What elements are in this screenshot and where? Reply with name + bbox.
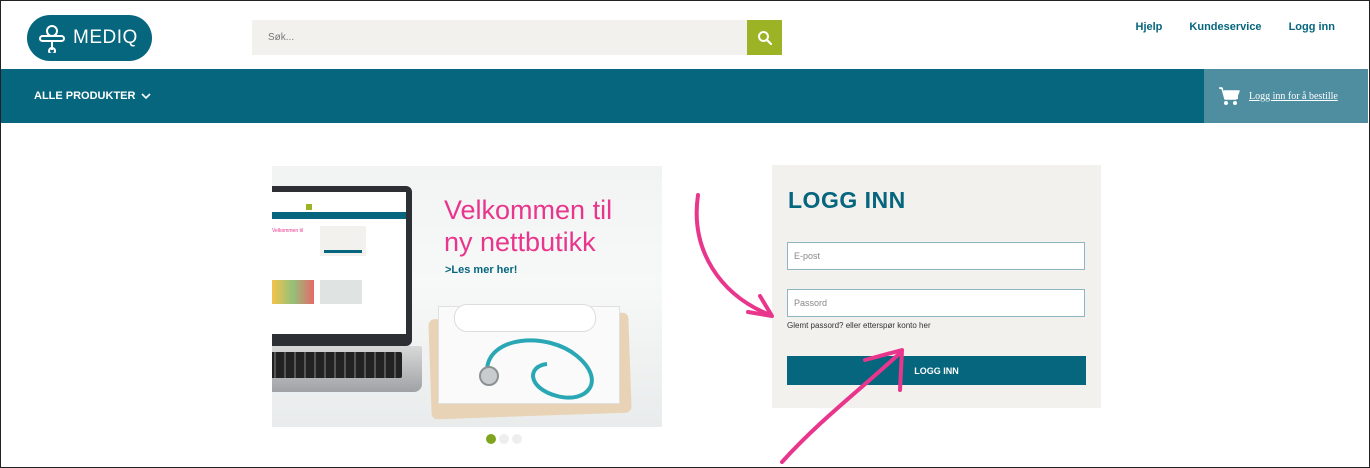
login-button[interactable]: LOGG INN bbox=[787, 356, 1086, 385]
banner-title-line2: ny nettbutikk bbox=[444, 227, 596, 257]
search-icon bbox=[757, 30, 772, 45]
hero-banner[interactable]: Velkommen til Velkommen til ny nettbutik… bbox=[272, 166, 662, 427]
email-field[interactable] bbox=[787, 242, 1085, 270]
all-products-label: ALLE PRODUKTER bbox=[34, 90, 136, 102]
stethoscope-icon bbox=[479, 338, 594, 400]
help-link[interactable]: Hjelp bbox=[1136, 21, 1163, 33]
mediq-logo-icon bbox=[39, 25, 65, 53]
login-panel: LOGG INN Glemt passord? eller etterspør … bbox=[772, 165, 1101, 408]
login-to-order-link[interactable]: Logg inn for å bestille bbox=[1249, 91, 1338, 102]
password-field[interactable] bbox=[787, 289, 1085, 317]
banner-title-line1: Velkommen til bbox=[444, 195, 613, 225]
chevron-down-icon bbox=[141, 93, 152, 100]
shopping-cart-icon bbox=[1219, 87, 1240, 105]
main-nav-bar: ALLE PRODUKTER Logg inn for å bestille bbox=[1, 69, 1368, 123]
carousel-dots bbox=[486, 434, 522, 444]
cart-area[interactable]: Logg inn for å bestille bbox=[1204, 69, 1368, 123]
banner-title: Velkommen til ny nettbutikk bbox=[444, 194, 612, 258]
top-links: Hjelp Kundeservice Logg inn bbox=[1136, 21, 1336, 33]
forgot-password-link[interactable]: Glemt passord? eller etterspør konto her bbox=[787, 321, 931, 330]
search-button[interactable] bbox=[747, 20, 782, 55]
login-link[interactable]: Logg inn bbox=[1289, 21, 1335, 33]
all-products-menu[interactable]: ALLE PRODUKTER bbox=[34, 69, 152, 123]
laptop-image: Velkommen til bbox=[272, 186, 412, 346]
mediq-logo[interactable]: MEDIQ bbox=[27, 15, 152, 61]
laptop-keyboard-image bbox=[272, 346, 422, 392]
search-bar bbox=[252, 20, 782, 55]
carousel-dot-2[interactable] bbox=[499, 434, 509, 444]
carousel-dot-3[interactable] bbox=[512, 434, 522, 444]
read-more-link[interactable]: >Les mer her! bbox=[445, 264, 517, 276]
search-input[interactable] bbox=[252, 20, 747, 55]
customer-service-link[interactable]: Kundeservice bbox=[1189, 21, 1261, 33]
carousel-dot-1[interactable] bbox=[486, 434, 496, 444]
brand-name: MEDIQ bbox=[73, 27, 138, 48]
login-title: LOGG INN bbox=[788, 187, 906, 213]
